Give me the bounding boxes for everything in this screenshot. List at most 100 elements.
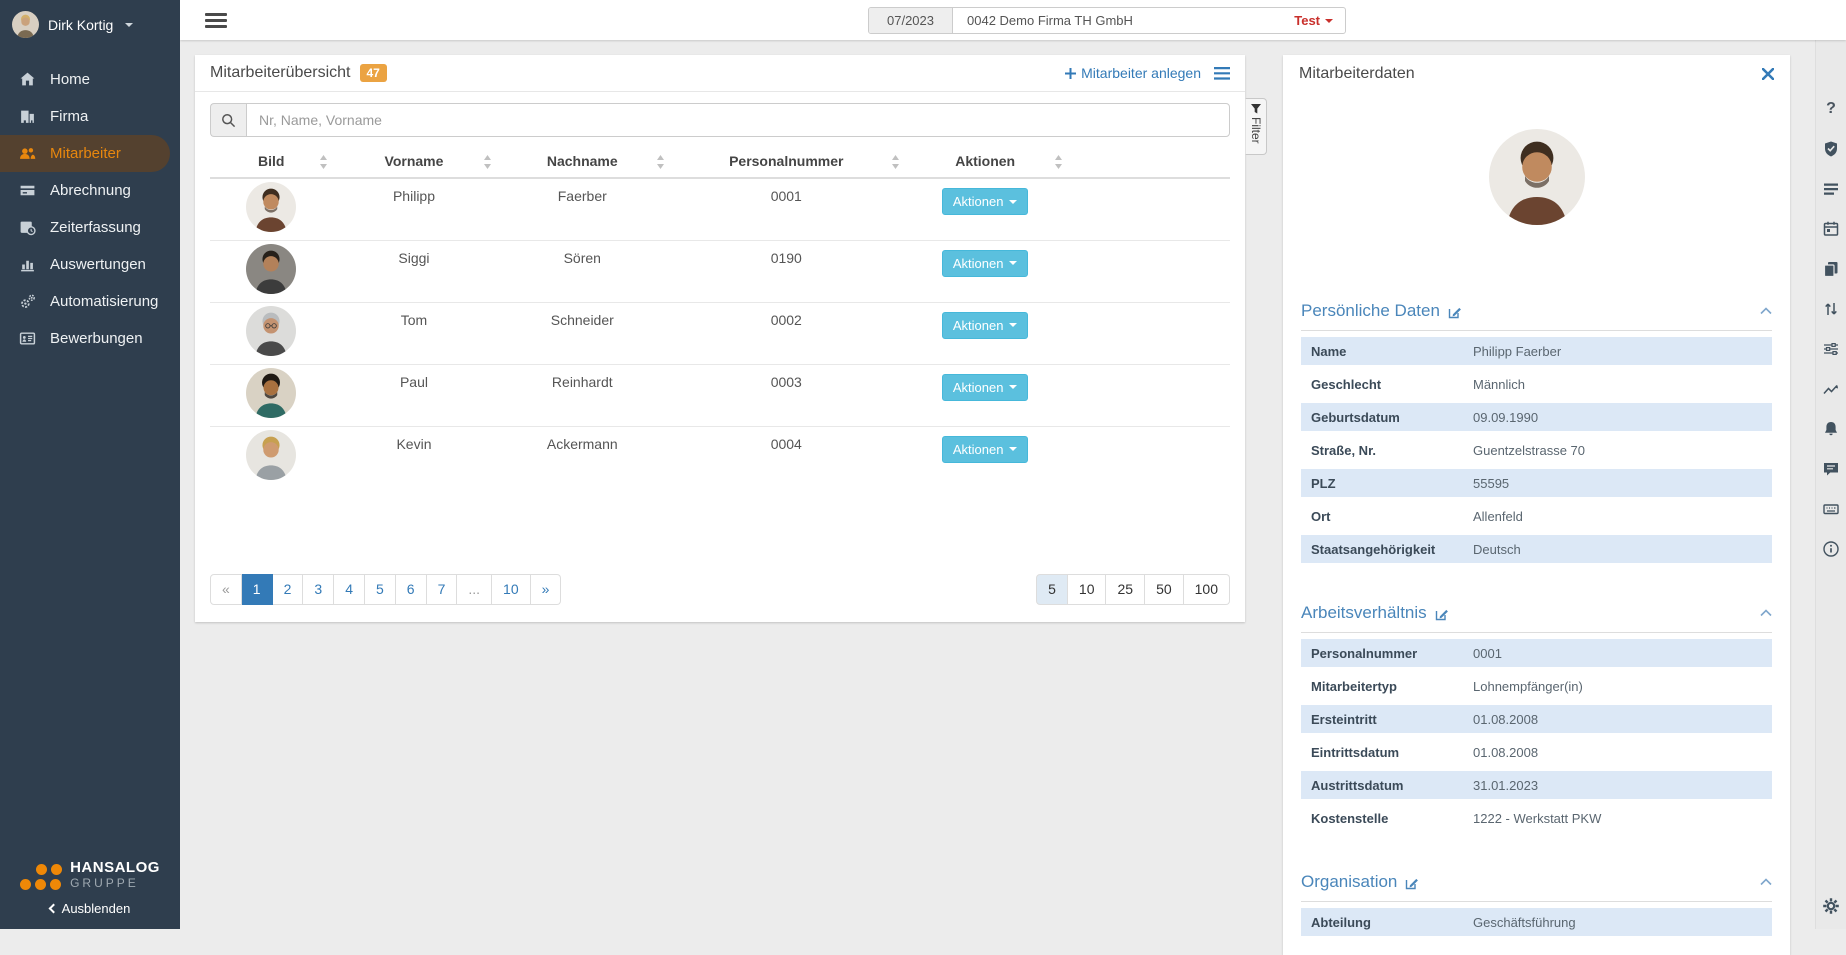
page-number[interactable]: 4 — [334, 574, 365, 605]
section-persoenliche-daten: Persönliche Daten NamePhilipp Faerber Ge… — [1301, 301, 1772, 563]
messages-icon[interactable] — [1822, 460, 1840, 478]
hamburger-menu-icon[interactable] — [205, 13, 227, 31]
cell-personalnummer: 0004 — [669, 426, 904, 488]
page-number[interactable]: 10 — [492, 574, 531, 605]
sidebar-item-abrechnung[interactable]: Abrechnung — [0, 172, 180, 209]
sidebar-item-firma[interactable]: Firma — [0, 98, 180, 135]
add-employee-button[interactable]: Mitarbeiter anlegen — [1065, 65, 1201, 81]
sidebar-item-mitarbeiter[interactable]: Mitarbeiter — [0, 135, 170, 172]
keyboard-icon[interactable] — [1822, 500, 1840, 518]
cell-personalnummer: 0001 — [669, 178, 904, 240]
close-icon[interactable] — [1762, 68, 1774, 80]
actions-dropdown-button[interactable]: Aktionen — [942, 188, 1029, 215]
page-ellipsis[interactable]: ... — [457, 574, 492, 605]
documents-icon[interactable] — [1822, 260, 1840, 278]
page-number[interactable]: 5 — [365, 574, 396, 605]
filter-tab[interactable]: Filter — [1245, 98, 1267, 155]
section-arbeitsverhaeltnis: Arbeitsverhältnis Personalnummer0001 Mit… — [1301, 603, 1772, 832]
id-card-icon — [19, 330, 36, 347]
page-size-option[interactable]: 25 — [1106, 574, 1145, 605]
page-size-selector: 5 10 25 50 100 — [1036, 574, 1230, 605]
notifications-bell-icon[interactable] — [1822, 420, 1840, 438]
trend-chart-icon[interactable] — [1822, 380, 1840, 398]
page-prev[interactable]: « — [210, 574, 242, 605]
sort-arrows-icon[interactable] — [1822, 300, 1840, 318]
actions-dropdown-button[interactable]: Aktionen — [942, 312, 1029, 339]
edit-icon[interactable] — [1405, 877, 1418, 890]
column-header-nachname[interactable]: Nachname — [496, 149, 669, 178]
company-field[interactable]: 0042 Demo Firma TH GmbH — [953, 8, 1282, 33]
table-options-icon[interactable] — [1214, 67, 1230, 80]
table-row[interactable]: Tom Schneider 0002 Aktionen — [210, 302, 1230, 364]
edit-icon[interactable] — [1448, 306, 1461, 319]
page-number[interactable]: 6 — [396, 574, 427, 605]
caret-down-icon — [1009, 323, 1017, 327]
page-number[interactable]: 1 — [242, 574, 273, 605]
column-header-bild[interactable]: Bild — [210, 149, 332, 178]
cell-nachname: Faerber — [496, 178, 669, 240]
field-row: NamePhilipp Faerber — [1301, 337, 1772, 365]
cell-vorname: Tom — [332, 302, 495, 364]
sidebar-item-bewerbungen[interactable]: Bewerbungen — [0, 320, 180, 357]
caret-down-icon — [1009, 261, 1017, 265]
help-icon[interactable]: ? — [1822, 100, 1840, 118]
pagination-bar: « 1 2 3 4 5 6 7 ... 10 » 5 10 25 50 100 — [210, 574, 1230, 605]
menu-lines-icon[interactable] — [1822, 180, 1840, 198]
sidebar-item-label: Auswertungen — [50, 256, 146, 273]
actions-dropdown-button[interactable]: Aktionen — [942, 436, 1029, 463]
page-number[interactable]: 3 — [303, 574, 334, 605]
field-row: PLZ55595 — [1301, 469, 1772, 497]
page-number[interactable]: 2 — [273, 574, 304, 605]
page-number[interactable]: 7 — [427, 574, 458, 605]
column-header-vorname[interactable]: Vorname — [332, 149, 495, 178]
detail-header: Mitarbeiterdaten — [1283, 55, 1790, 93]
column-header-personalnummer[interactable]: Personalnummer — [669, 149, 904, 178]
sidebar-item-auswertungen[interactable]: Auswertungen — [0, 246, 180, 283]
table-row[interactable]: Kevin Ackermann 0004 Aktionen — [210, 426, 1230, 488]
cell-personalnummer: 0002 — [669, 302, 904, 364]
page-size-option[interactable]: 100 — [1184, 574, 1230, 605]
collapse-section-icon[interactable] — [1760, 609, 1772, 617]
shield-check-icon[interactable] — [1822, 140, 1840, 158]
calendar-icon[interactable] — [1822, 220, 1840, 238]
actions-dropdown-button[interactable]: Aktionen — [942, 374, 1029, 401]
table-row[interactable]: Paul Reinhardt 0003 Aktionen — [210, 364, 1230, 426]
sort-icon — [319, 155, 328, 169]
table-row[interactable]: Philipp Faerber 0001 Aktionen — [210, 178, 1230, 240]
environment-dropdown[interactable]: Test — [1282, 8, 1345, 33]
page-next[interactable]: » — [531, 574, 562, 605]
edit-icon[interactable] — [1435, 608, 1448, 621]
info-icon[interactable] — [1822, 540, 1840, 558]
page-size-option[interactable]: 50 — [1145, 574, 1184, 605]
actions-dropdown-button[interactable]: Aktionen — [942, 250, 1029, 277]
period-field[interactable]: 07/2023 — [869, 8, 953, 33]
field-row: OrtAllenfeld — [1301, 502, 1772, 530]
sort-icon — [656, 155, 665, 169]
cell-vorname: Paul — [332, 364, 495, 426]
table-row[interactable]: Siggi Sören 0190 Aktionen — [210, 240, 1230, 302]
caret-down-icon — [1325, 19, 1333, 23]
user-menu[interactable]: Dirk Kortig — [0, 0, 180, 49]
page-size-option[interactable]: 5 — [1036, 574, 1068, 605]
detail-title: Mitarbeiterdaten — [1299, 65, 1415, 83]
sidebar-item-label: Mitarbeiter — [50, 145, 121, 162]
cell-nachname: Reinhardt — [496, 364, 669, 426]
search-input[interactable] — [246, 103, 1230, 137]
sidebar-menu: Home Firma Mitarbeiter Abrechnung Zeiter… — [0, 61, 180, 357]
chevron-left-icon — [48, 904, 58, 914]
sidebar-item-automatisierung[interactable]: Automatisierung — [0, 283, 180, 320]
collapse-section-icon[interactable] — [1760, 878, 1772, 886]
building-icon — [19, 108, 36, 125]
topbar: 07/2023 0042 Demo Firma TH GmbH Test — [180, 0, 1846, 40]
column-header-aktionen[interactable]: Aktionen — [904, 149, 1067, 178]
collapse-section-icon[interactable] — [1760, 307, 1772, 315]
page-size-option[interactable]: 10 — [1068, 574, 1107, 605]
sidebar-item-zeiterfassung[interactable]: Zeiterfassung — [0, 209, 180, 246]
field-row: Personalnummer0001 — [1301, 639, 1772, 667]
collapse-sidebar-button[interactable]: Ausblenden — [50, 901, 131, 916]
field-row: Ersteintritt01.08.2008 — [1301, 705, 1772, 733]
sidebar-item-home[interactable]: Home — [0, 61, 180, 98]
sliders-icon[interactable] — [1822, 340, 1840, 358]
employee-photo — [246, 306, 296, 356]
settings-gear-icon[interactable] — [1822, 897, 1840, 915]
